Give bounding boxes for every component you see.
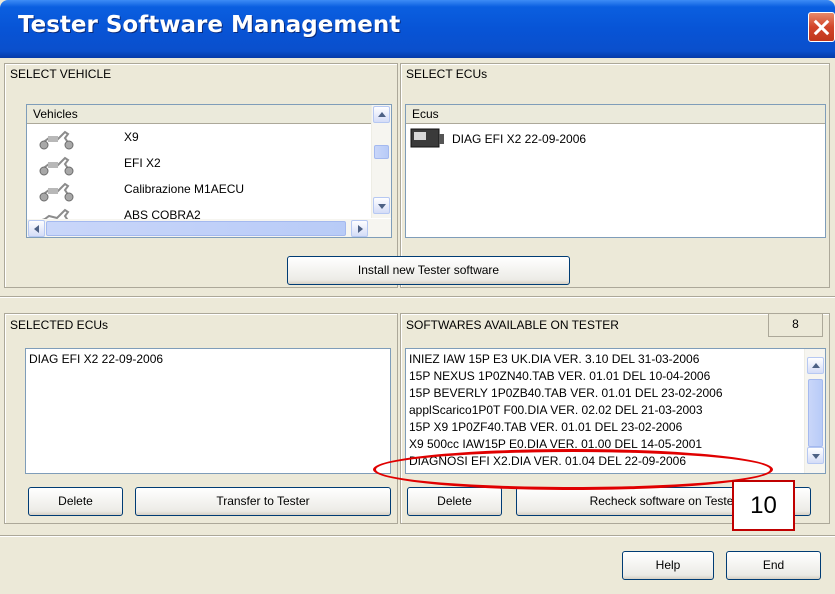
delete-selected-button[interactable]: Delete	[28, 487, 123, 516]
vehicles-column-header[interactable]: Vehicles	[27, 105, 371, 124]
scroll-down-icon[interactable]	[373, 197, 390, 214]
scroll-right-icon[interactable]	[351, 220, 368, 237]
list-item[interactable]: 15P BEVERLY 1P0ZB40.TAB VER. 01.01 DEL 2…	[409, 386, 723, 400]
scroll-thumb[interactable]	[374, 145, 389, 159]
scooter-icon	[40, 208, 70, 220]
vehicle-item[interactable]: ABS COBRA2	[27, 204, 372, 220]
transfer-to-tester-button[interactable]: Transfer to Tester	[135, 487, 391, 516]
vehicles-vertical-scrollbar[interactable]	[371, 105, 391, 218]
softwares-available-label: SOFTWARES AVAILABLE ON TESTER	[406, 318, 619, 332]
ecu-icon	[410, 128, 444, 148]
vehicles-listview[interactable]: Vehicles X9 EFI X2 Calibrazione M1AECU A…	[26, 104, 392, 238]
ecus-listview[interactable]: Ecus DIAG EFI X2 22-09-2006	[405, 104, 826, 238]
vehicle-label: Calibrazione M1AECU	[124, 182, 245, 196]
tester-software-window: Tester Software Management SELECT VEHICL…	[0, 0, 835, 594]
vehicles-horizontal-scrollbar[interactable]	[27, 219, 391, 237]
scroll-thumb[interactable]	[46, 221, 346, 236]
help-button[interactable]: Help	[622, 551, 714, 580]
ecu-label: DIAG EFI X2 22-09-2006	[452, 132, 587, 146]
list-item[interactable]: DIAG EFI X2 22-09-2006	[29, 352, 163, 366]
vehicle-item[interactable]: X9	[27, 126, 372, 152]
select-vehicle-label: SELECT VEHICLE	[10, 67, 112, 81]
ecu-item[interactable]: DIAG EFI X2 22-09-2006	[406, 125, 766, 151]
vehicle-label: X9	[124, 130, 139, 144]
softwares-vertical-scrollbar[interactable]	[804, 349, 825, 473]
close-icon[interactable]	[808, 12, 835, 42]
divider	[0, 535, 835, 537]
install-tester-software-button[interactable]: Install new Tester software	[287, 256, 570, 285]
scooter-icon	[39, 156, 74, 176]
scroll-left-icon[interactable]	[28, 220, 45, 237]
selected-ecus-list[interactable]: DIAG EFI X2 22-09-2006	[25, 348, 391, 474]
title-bar[interactable]: Tester Software Management	[0, 0, 835, 58]
scooter-icon	[39, 182, 74, 202]
highlight-ellipse	[373, 449, 773, 490]
scroll-up-icon[interactable]	[807, 357, 824, 374]
vehicle-item[interactable]: Calibrazione M1AECU	[27, 178, 372, 204]
delete-software-button[interactable]: Delete	[407, 487, 502, 516]
list-item[interactable]: 15P X9 1P0ZF40.TAB VER. 01.01 DEL 23-02-…	[409, 420, 682, 434]
list-item[interactable]: 15P NEXUS 1P0ZN40.TAB VER. 01.01 DEL 10-…	[409, 369, 710, 383]
window-title: Tester Software Management	[18, 12, 401, 38]
software-count: 8	[768, 313, 823, 337]
callout-number: 10	[732, 480, 795, 531]
selected-ecus-label: SELECTED ECUs	[10, 318, 109, 332]
scooter-icon	[39, 130, 74, 150]
scroll-down-icon[interactable]	[807, 447, 824, 464]
scroll-thumb[interactable]	[808, 379, 823, 447]
select-ecus-label: SELECT ECUs	[406, 67, 488, 81]
end-button[interactable]: End	[726, 551, 821, 580]
divider	[0, 296, 835, 298]
list-item[interactable]: INIEZ IAW 15P E3 UK.DIA VER. 3.10 DEL 31…	[409, 352, 699, 366]
vehicle-label: EFI X2	[124, 156, 161, 170]
list-item[interactable]: applScarico1P0T F00.DIA VER. 02.02 DEL 2…	[409, 403, 703, 417]
scroll-up-icon[interactable]	[373, 106, 390, 123]
ecus-column-header[interactable]: Ecus	[406, 105, 825, 124]
vehicle-item[interactable]: EFI X2	[27, 152, 372, 178]
